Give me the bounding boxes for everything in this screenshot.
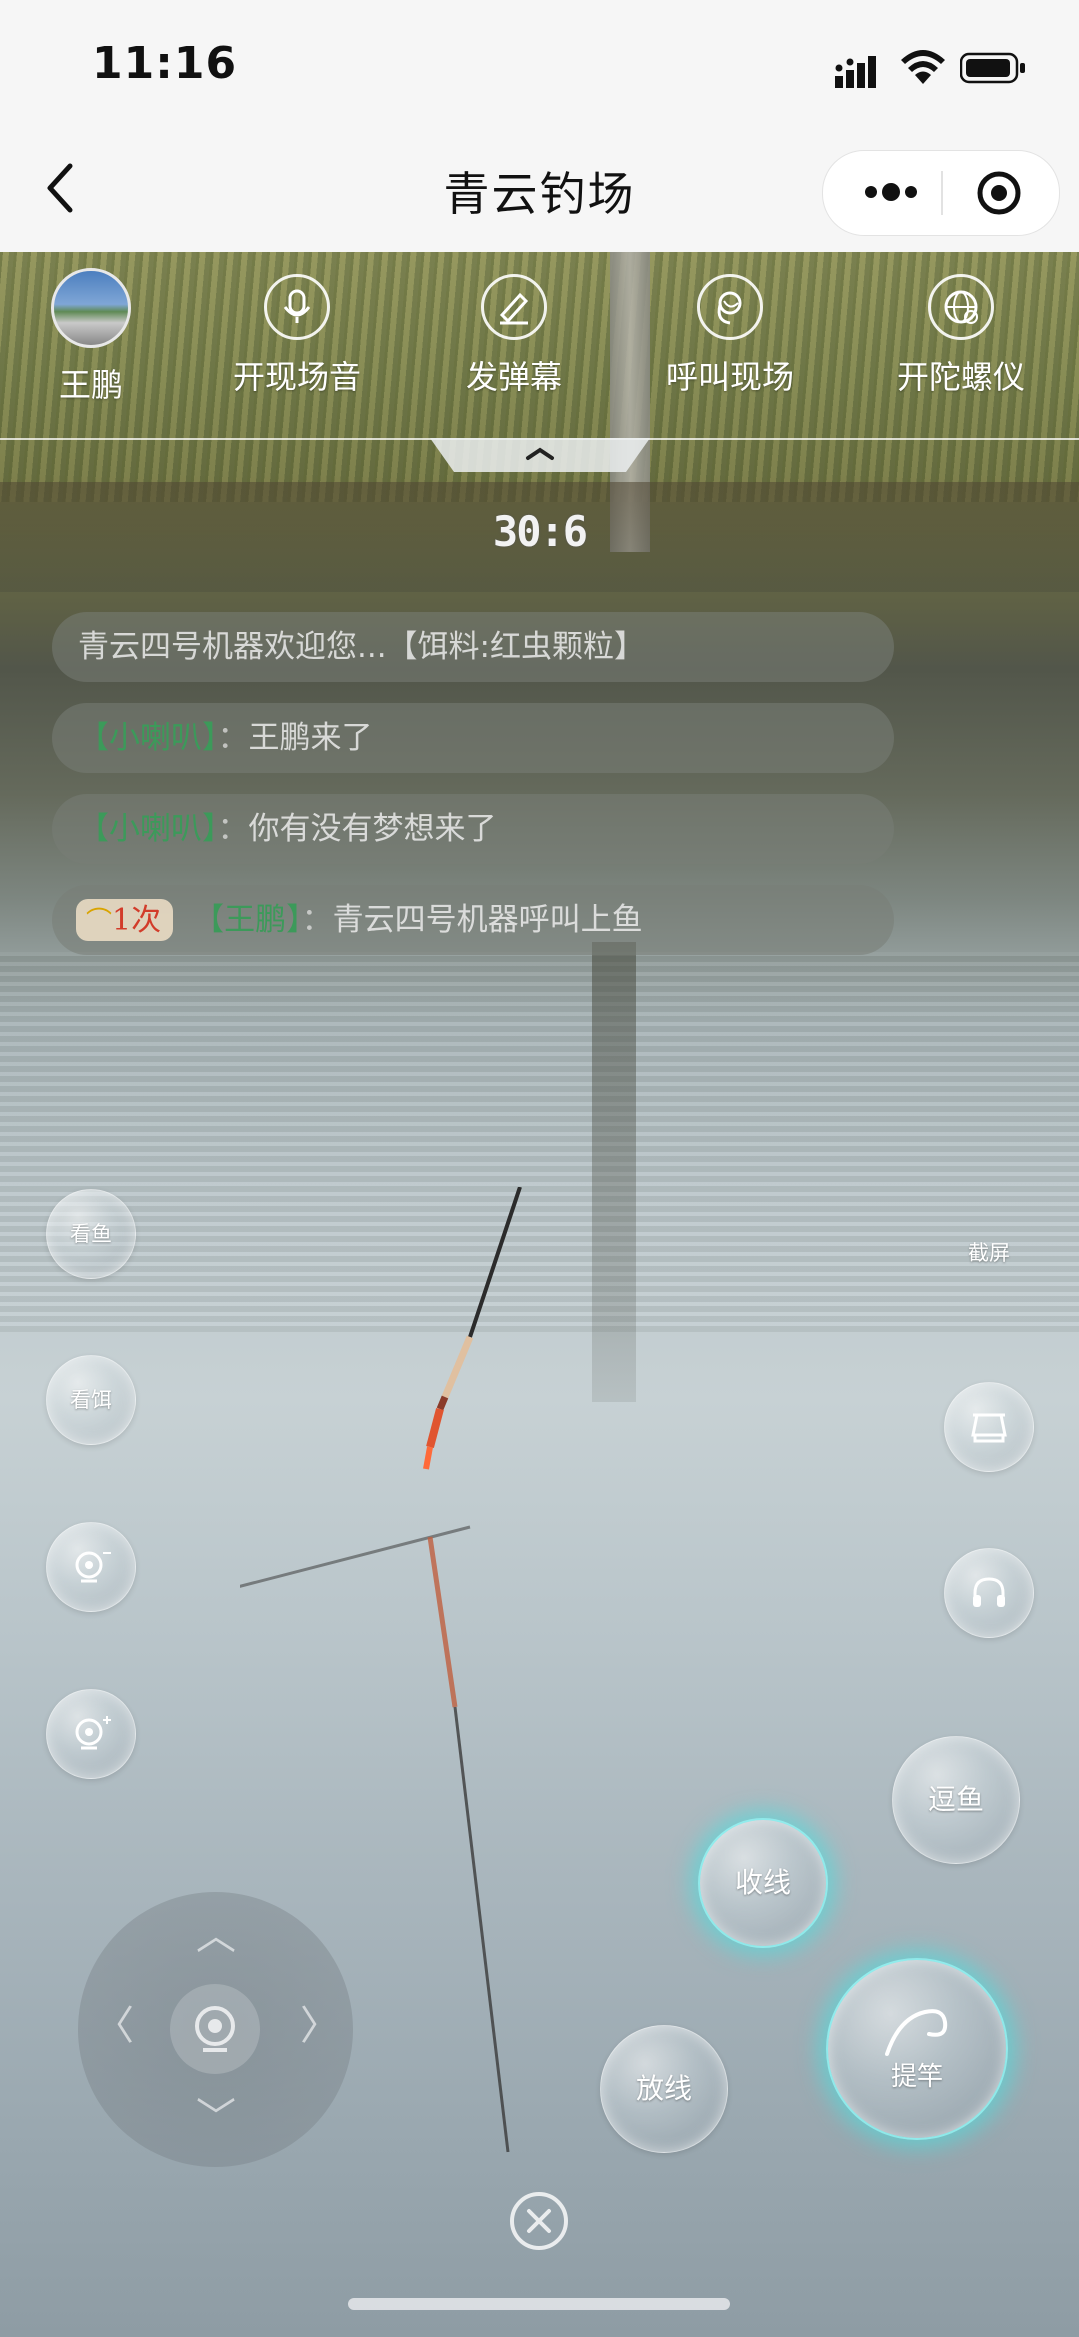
headset-button[interactable]	[944, 1548, 1034, 1638]
catch-count: 1次	[112, 903, 162, 938]
status-bar: 11:16	[0, 0, 1079, 130]
close-circle-icon[interactable]	[508, 2190, 570, 2252]
screenshot-button[interactable]: 截屏	[944, 1208, 1034, 1298]
joystick-up-arrow[interactable]: ︿	[196, 1916, 236, 1956]
miniprogram-capsule	[822, 150, 1060, 236]
zoom-in-camera-button[interactable]	[46, 1689, 136, 1779]
toolbar-user[interactable]: 王鹏	[16, 268, 166, 406]
toolbar-danmaku-label: 发弹幕	[465, 358, 562, 396]
microphone-icon	[264, 274, 330, 340]
hook-icon: ⌒	[86, 907, 113, 937]
lift-rod-button[interactable]: 提竿	[826, 1958, 1008, 2140]
tease-fish-button[interactable]: 逗鱼	[892, 1736, 1020, 1864]
camera-icon	[195, 2006, 235, 2052]
scale-button[interactable]	[944, 1382, 1034, 1472]
chat-colon: ：	[217, 720, 249, 756]
toolbar-call-site[interactable]: 呼叫现场	[655, 274, 805, 398]
avatar[interactable]	[51, 268, 131, 348]
capsule-divider	[941, 171, 943, 215]
close-miniprogram-icon[interactable]	[975, 169, 1023, 217]
scale-icon	[971, 1413, 1007, 1443]
camera-joystick[interactable]: ︿ ﹀ 〈 〉	[78, 1892, 353, 2167]
collapse-toolbar-handle[interactable]	[430, 438, 650, 474]
joystick-left-arrow[interactable]: 〈	[94, 2006, 134, 2046]
toolbar-user-label: 王鹏	[58, 366, 123, 404]
chat-sender: 【小喇叭】	[78, 720, 218, 756]
zoom-out-camera-button[interactable]	[46, 1522, 136, 1612]
toolbar-danmaku[interactable]: 发弹幕	[439, 274, 589, 398]
chat-sender: 【王鹏】	[193, 902, 302, 938]
chat-sender: 【小喇叭】	[78, 811, 218, 847]
nav-bar: 青云钓场	[0, 130, 1079, 252]
toolbar-gyroscope-label: 开陀螺仪	[896, 358, 1025, 396]
headset-icon	[973, 1577, 1005, 1607]
chat-colon: ：	[217, 811, 249, 847]
chat-message: 青云四号机器欢迎您...【饵料:红虫颗粒】	[52, 612, 894, 682]
pencil-icon	[481, 274, 547, 340]
toolbar-call-site-label: 呼叫现场	[665, 358, 794, 396]
release-line-button[interactable]: 放线	[600, 2025, 728, 2153]
catch-count-badge: ⌒1次	[76, 899, 174, 941]
fishing-rod-icon	[885, 2008, 948, 2056]
countdown-timer: 30:6	[492, 507, 588, 556]
joystick-right-arrow[interactable]: 〉	[300, 2006, 340, 2046]
chat-message: ⌒1次 【王鹏】：青云四号机器呼叫上鱼	[52, 885, 894, 955]
camera-minus-icon	[75, 1551, 111, 1583]
chat-text: 你有没有梦想来了	[248, 811, 497, 847]
battery-icon	[960, 52, 1025, 84]
more-icon[interactable]	[861, 177, 921, 207]
look-fish-button[interactable]: 看鱼	[46, 1189, 136, 1279]
gyroscope-globe-icon	[928, 274, 994, 340]
pole-reflection	[592, 942, 636, 1402]
wifi-icon	[901, 50, 945, 84]
call-icon	[697, 274, 763, 340]
toolbar-gyroscope[interactable]: 开陀螺仪	[886, 274, 1036, 398]
joystick-down-arrow[interactable]: ﹀	[196, 2098, 236, 2138]
chat-text: 青云四号机器呼叫上鱼	[332, 902, 643, 938]
live-video-view[interactable]: 王鹏 开现场音 发弹幕 呼叫现场 开陀螺仪 30:6 青云四号机器欢迎您...【…	[0, 252, 1079, 2337]
look-bait-button[interactable]: 看饵	[46, 1355, 136, 1445]
cellular-signal-icon	[835, 56, 876, 88]
lift-rod-label: 提竿	[890, 2062, 943, 2092]
toolbar-site-audio-label: 开现场音	[232, 358, 361, 396]
camera-plus-icon	[75, 1716, 111, 1750]
chat-colon: ：	[301, 902, 333, 938]
chat-message: 【小喇叭】：你有没有梦想来了	[52, 794, 894, 864]
chat-message: 【小喇叭】：王鹏来了	[52, 703, 894, 773]
reel-in-button[interactable]: 收线	[698, 1818, 828, 1948]
home-indicator[interactable]	[348, 2298, 730, 2310]
toolbar-site-audio[interactable]: 开现场音	[222, 274, 372, 398]
joystick-knob[interactable]	[170, 1984, 260, 2074]
chat-text: 王鹏来了	[248, 720, 373, 756]
status-time: 11:16	[92, 38, 238, 89]
chat-text: 青云四号机器欢迎您...【饵料:红虫颗粒】	[78, 629, 646, 665]
